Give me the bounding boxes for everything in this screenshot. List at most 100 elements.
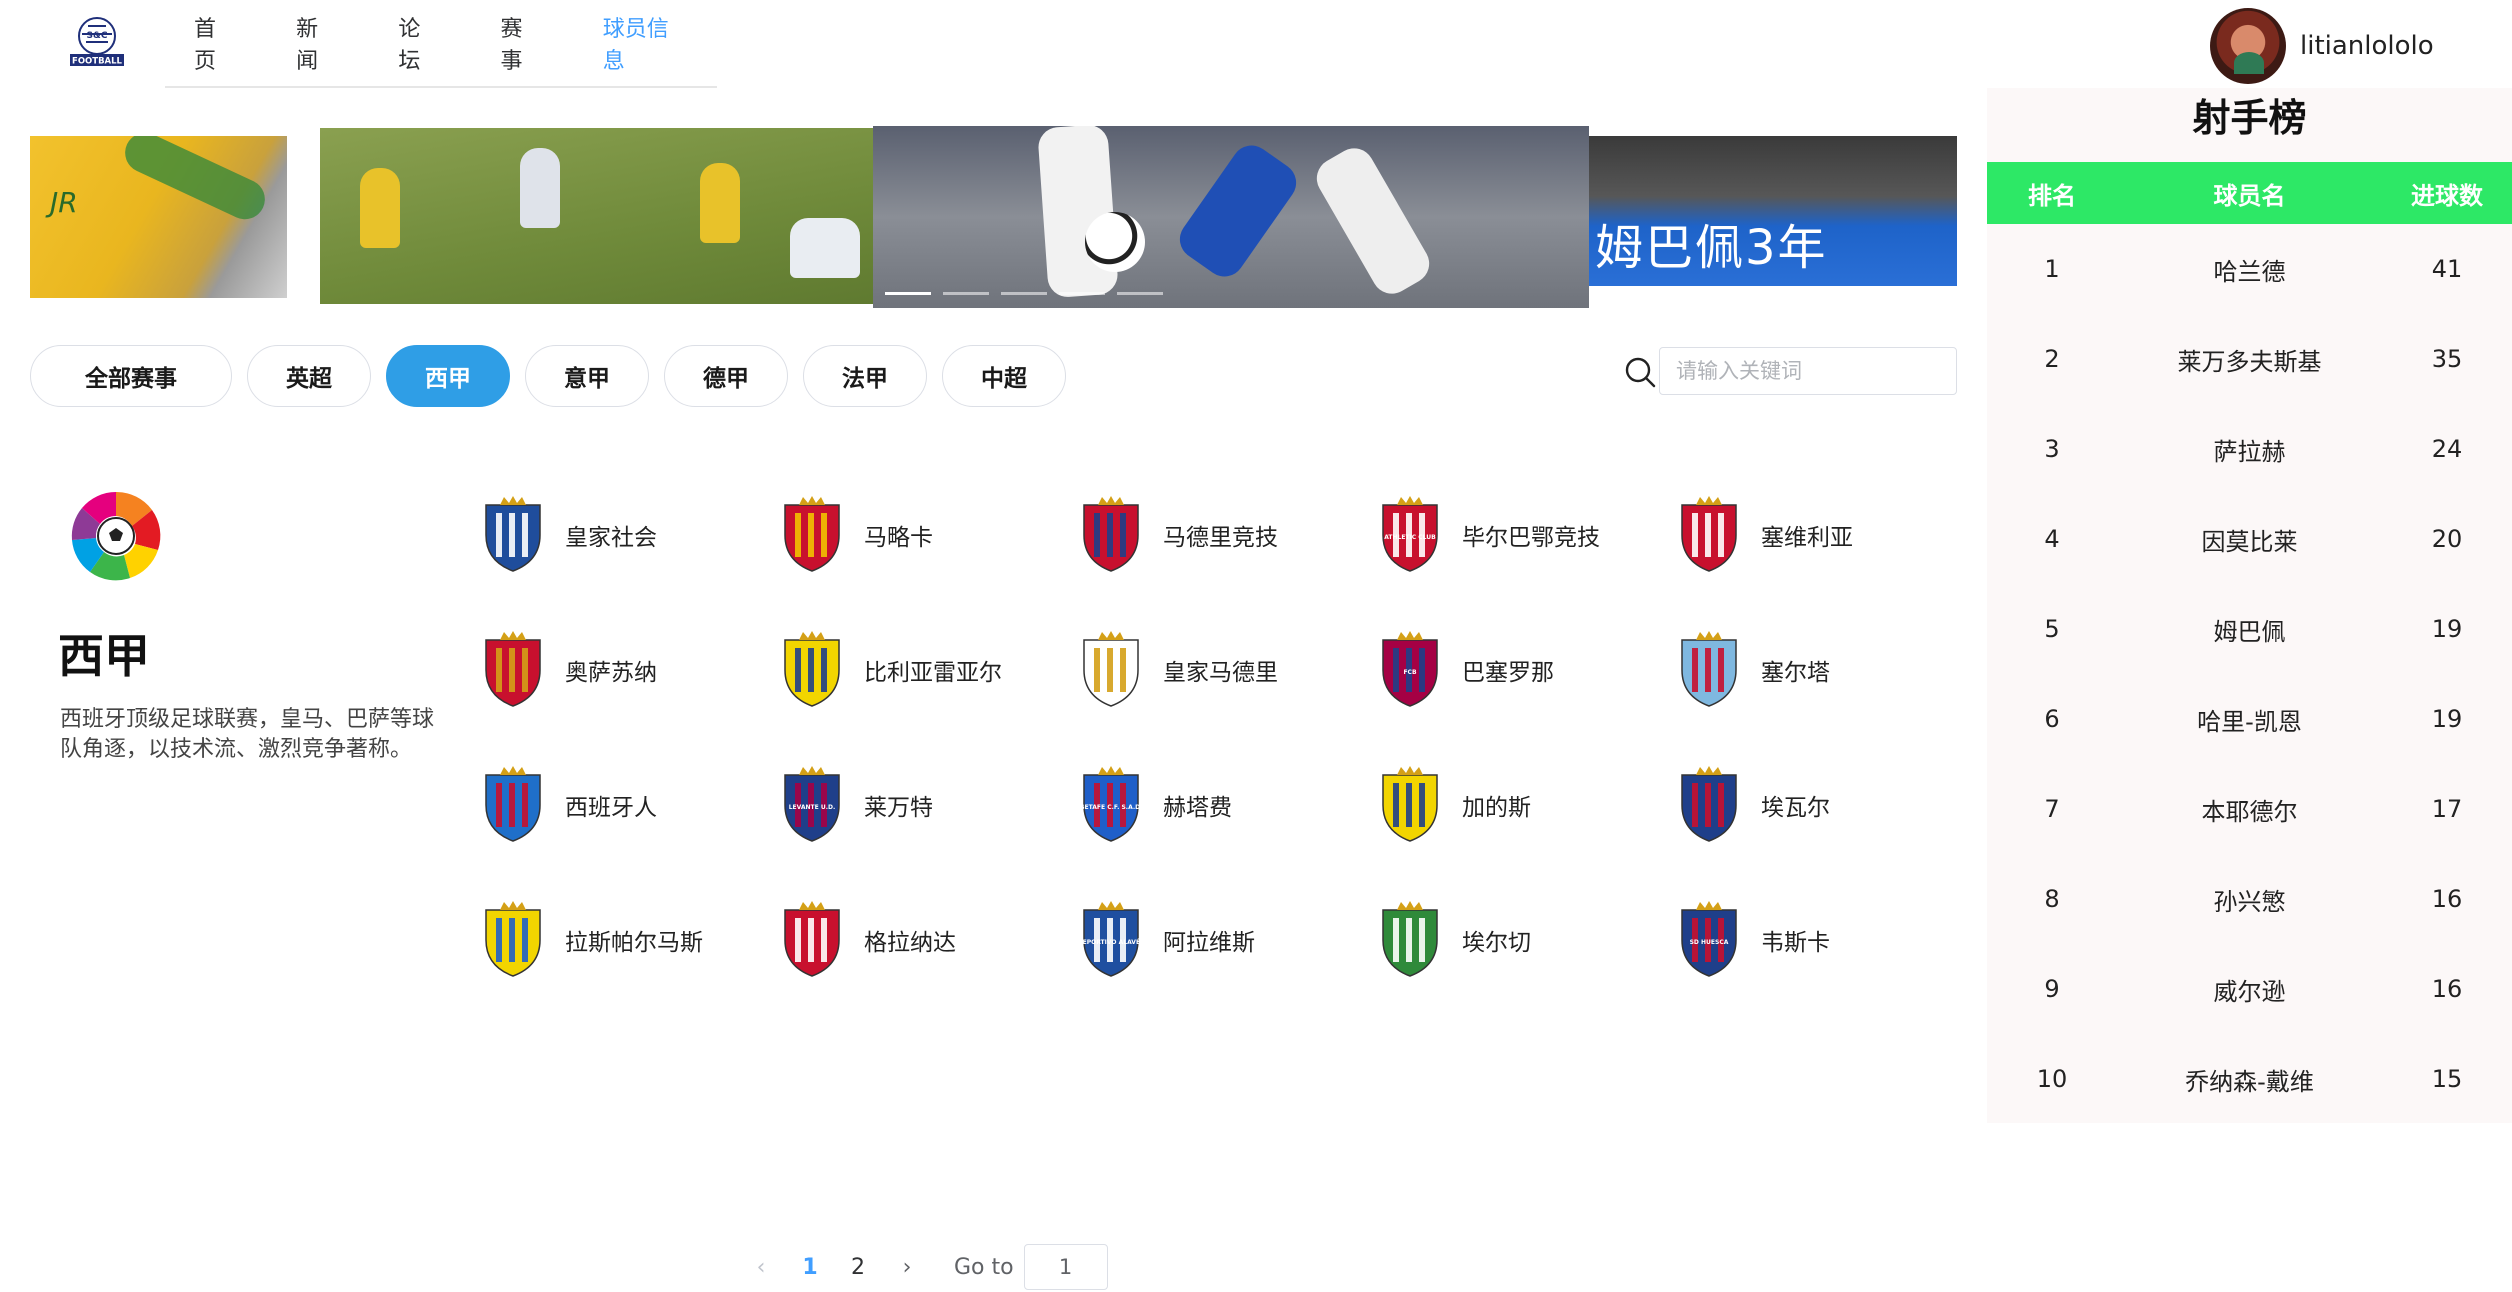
filter-chip-1[interactable]: 全部赛事 bbox=[30, 345, 232, 407]
carousel-slide-active[interactable] bbox=[873, 126, 1589, 308]
team-item[interactable]: 奥萨苏纳 bbox=[478, 625, 777, 715]
nav-item-3[interactable]: 论坛 bbox=[398, 11, 440, 75]
search-input[interactable] bbox=[1659, 347, 1957, 395]
team-name[interactable]: 莱万特 bbox=[864, 788, 933, 822]
page-1-button[interactable]: 1 bbox=[796, 1255, 824, 1280]
scorer-row: 6 哈里-凯恩 19 bbox=[1987, 674, 2512, 764]
team-name[interactable]: 西班牙人 bbox=[565, 788, 657, 822]
scorer-player-name[interactable]: 哈里-凯恩 bbox=[2117, 702, 2382, 737]
team-item[interactable]: FCB 巴塞罗那 bbox=[1375, 625, 1674, 715]
carousel-dot[interactable] bbox=[1059, 292, 1105, 295]
team-name[interactable]: 皇家社会 bbox=[565, 518, 657, 552]
team-item[interactable]: 埃尔切 bbox=[1375, 895, 1674, 985]
filter-chip-6[interactable]: 法甲 bbox=[803, 345, 927, 407]
team-crest-icon bbox=[784, 901, 840, 977]
team-name[interactable]: 塞维利亚 bbox=[1761, 518, 1853, 552]
next-page-button[interactable]: › bbox=[892, 1255, 922, 1280]
scorer-player-name[interactable]: 本耶德尔 bbox=[2117, 792, 2382, 827]
filter-chip-7[interactable]: 中超 bbox=[942, 345, 1066, 407]
scorer-goals: 15 bbox=[2431, 1065, 2463, 1093]
team-name[interactable]: 奥萨苏纳 bbox=[565, 653, 657, 687]
scorer-player-name[interactable]: 孙兴慜 bbox=[2117, 882, 2382, 917]
team-name[interactable]: 埃尔切 bbox=[1462, 923, 1531, 957]
scorer-row: 8 孙兴慜 16 bbox=[1987, 854, 2512, 944]
scorer-player-name[interactable]: 莱万多夫斯基 bbox=[2117, 342, 2382, 377]
site-logo[interactable]: S&C FOOTBALL bbox=[64, 14, 130, 70]
team-item[interactable]: LEVANTE U.D. 莱万特 bbox=[777, 760, 1076, 850]
crest-text: ATHLETIC CLUB bbox=[1384, 534, 1436, 541]
team-item[interactable]: 皇家马德里 bbox=[1076, 625, 1375, 715]
team-crest-icon: LEVANTE U.D. bbox=[784, 766, 840, 842]
team-name[interactable]: 比利亚雷亚尔 bbox=[864, 653, 1002, 687]
team-crest-icon bbox=[485, 496, 541, 572]
league-filter-chips: 全部赛事 英超 西甲 意甲 德甲 法甲 中超 bbox=[30, 345, 1081, 407]
scorer-player-name[interactable]: 乔纳森-戴维 bbox=[2117, 1062, 2382, 1097]
scorer-player-name[interactable]: 姆巴佩 bbox=[2117, 612, 2382, 647]
carousel-dot[interactable] bbox=[943, 292, 989, 295]
team-name[interactable]: 格拉纳达 bbox=[864, 923, 956, 957]
team-name[interactable]: 韦斯卡 bbox=[1761, 923, 1830, 957]
team-name[interactable]: 皇家马德里 bbox=[1163, 653, 1278, 687]
nav-item-5[interactable]: 球员信息 bbox=[603, 11, 687, 75]
filter-chip-4[interactable]: 意甲 bbox=[525, 345, 649, 407]
carousel-dot[interactable] bbox=[1117, 292, 1163, 295]
team-item[interactable]: 拉斯帕尔马斯 bbox=[478, 895, 777, 985]
team-item[interactable]: GETAFE C.F. S.A.D. 赫塔费 bbox=[1076, 760, 1375, 850]
avatar[interactable] bbox=[2210, 8, 2286, 84]
nav-item-4[interactable]: 赛事 bbox=[501, 11, 543, 75]
team-item[interactable]: 马略卡 bbox=[777, 490, 1076, 580]
team-name[interactable]: 拉斯帕尔马斯 bbox=[565, 923, 703, 957]
team-name[interactable]: 马略卡 bbox=[864, 518, 933, 552]
search-icon[interactable] bbox=[1624, 356, 1656, 388]
carousel-slide-right[interactable]: 姆巴佩3年 bbox=[1589, 136, 1957, 286]
scorer-player-name[interactable]: 哈兰德 bbox=[2117, 252, 2382, 287]
team-item[interactable]: 皇家社会 bbox=[478, 490, 777, 580]
carousel-dot[interactable] bbox=[885, 292, 931, 295]
goto-page-input[interactable] bbox=[1023, 1244, 1108, 1290]
team-name[interactable]: 马德里竞技 bbox=[1163, 518, 1278, 552]
slide-caption: 姆巴佩3年 bbox=[1595, 220, 1828, 276]
filter-chip-5[interactable]: 德甲 bbox=[664, 345, 788, 407]
team-item[interactable]: 西班牙人 bbox=[478, 760, 777, 850]
page-2-button[interactable]: 2 bbox=[844, 1255, 872, 1280]
nav-item-2[interactable]: 新闻 bbox=[296, 11, 338, 75]
carousel-slide-left[interactable] bbox=[320, 128, 875, 304]
team-item[interactable]: 加的斯 bbox=[1375, 760, 1674, 850]
team-item[interactable]: 格拉纳达 bbox=[777, 895, 1076, 985]
team-name[interactable]: 巴塞罗那 bbox=[1462, 653, 1554, 687]
carousel-slide-prev[interactable]: JR bbox=[30, 136, 287, 298]
team-item[interactable]: ATHLETIC CLUB 毕尔巴鄂竞技 bbox=[1375, 490, 1674, 580]
filter-chip-3[interactable]: 西甲 bbox=[386, 345, 510, 407]
team-item[interactable]: 马德里竞技 bbox=[1076, 490, 1375, 580]
scorer-row: 5 姆巴佩 19 bbox=[1987, 584, 2512, 674]
prev-page-button[interactable]: ‹ bbox=[746, 1255, 776, 1280]
scorer-player-name[interactable]: 因莫比莱 bbox=[2117, 522, 2382, 557]
scorer-rank: 2 bbox=[2044, 345, 2060, 373]
team-item[interactable]: SD HUESCA 韦斯卡 bbox=[1674, 895, 1973, 985]
team-item[interactable]: 塞维利亚 bbox=[1674, 490, 1973, 580]
team-name[interactable]: 阿拉维斯 bbox=[1163, 923, 1255, 957]
scorer-rank: 8 bbox=[2044, 885, 2060, 913]
team-name[interactable]: 塞尔塔 bbox=[1761, 653, 1830, 687]
scorer-player-name[interactable]: 威尔逊 bbox=[2117, 972, 2382, 1007]
scorer-rank: 7 bbox=[2044, 795, 2060, 823]
team-crest-icon bbox=[1681, 766, 1737, 842]
scorer-goals: 24 bbox=[2431, 435, 2463, 463]
team-name[interactable]: 赫塔费 bbox=[1163, 788, 1232, 822]
logo-text: FOOTBALL bbox=[72, 57, 123, 67]
filter-chip-2[interactable]: 英超 bbox=[247, 345, 371, 407]
team-name[interactable]: 毕尔巴鄂竞技 bbox=[1462, 518, 1600, 552]
team-item[interactable]: 比利亚雷亚尔 bbox=[777, 625, 1076, 715]
team-item[interactable]: 埃瓦尔 bbox=[1674, 760, 1973, 850]
team-name[interactable]: 加的斯 bbox=[1462, 788, 1531, 822]
user-profile[interactable]: litianlololo bbox=[2210, 8, 2434, 84]
team-name[interactable]: 埃瓦尔 bbox=[1761, 788, 1830, 822]
team-item[interactable]: 塞尔塔 bbox=[1674, 625, 1973, 715]
username[interactable]: litianlololo bbox=[2300, 31, 2434, 61]
team-item[interactable]: DEPORTIVO ALAVÉS 阿拉维斯 bbox=[1076, 895, 1375, 985]
nav-item-1[interactable]: 首页 bbox=[194, 11, 236, 75]
scorer-player-name[interactable]: 萨拉赫 bbox=[2117, 432, 2382, 467]
scorers-table-header: 排名 球员名 进球数 bbox=[1987, 162, 2512, 224]
team-crest-icon: GETAFE C.F. S.A.D. bbox=[1080, 766, 1142, 842]
carousel-dot[interactable] bbox=[1001, 292, 1047, 295]
